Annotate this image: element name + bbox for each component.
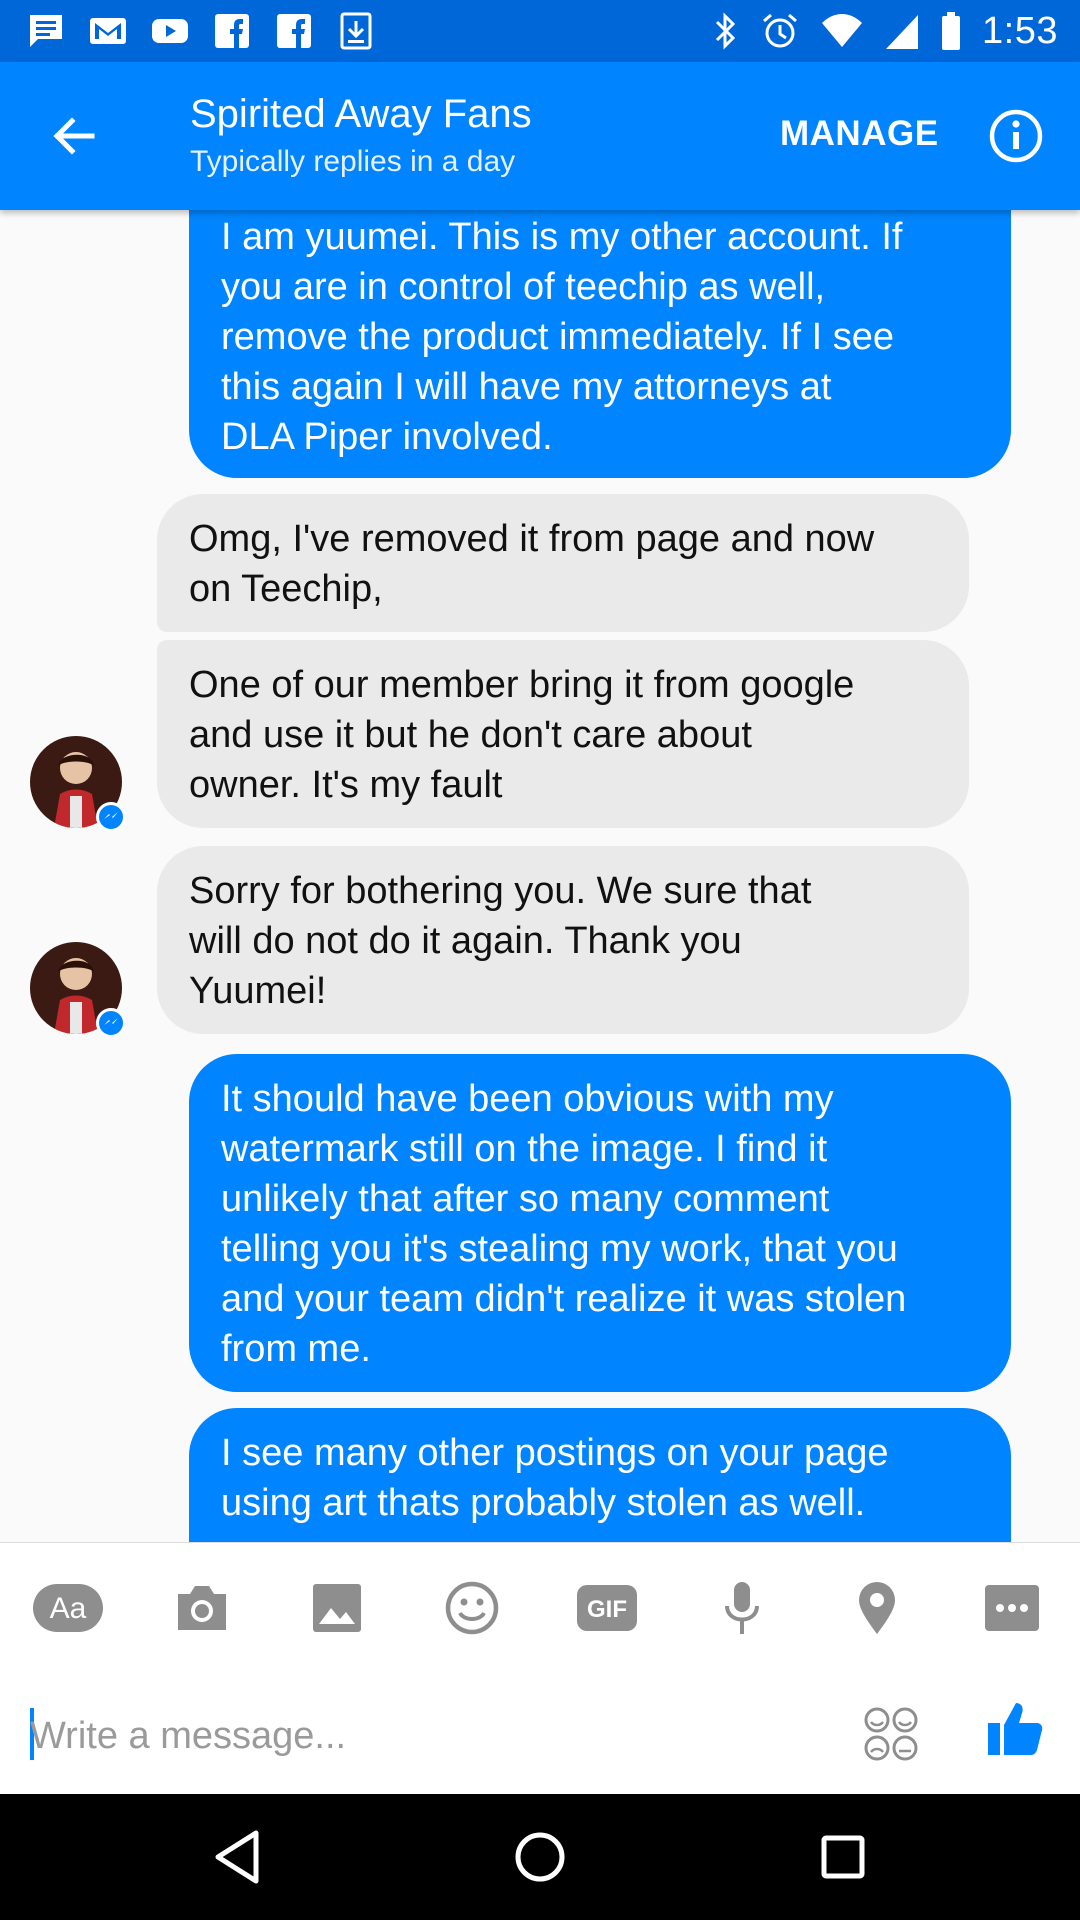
page-title: Spirited Away Fans: [190, 92, 532, 136]
alarm-icon: [763, 13, 798, 48]
composer-toolbar: Aa GIF: [0, 1543, 1080, 1673]
message-input[interactable]: [30, 1706, 830, 1766]
messenger-badge-icon: [96, 1008, 126, 1038]
conversation-header[interactable]: Spirited Away Fans Typically replies in …: [190, 90, 532, 182]
gif-button[interactable]: GIF: [572, 1573, 642, 1643]
facebook-icon: [215, 14, 249, 48]
more-button[interactable]: [977, 1573, 1047, 1643]
back-triangle-icon: [215, 1830, 259, 1884]
camera-button[interactable]: [167, 1573, 237, 1643]
manage-button[interactable]: MANAGE: [780, 114, 939, 154]
outgoing-message[interactable]: I am yuumei. This is my other account. I…: [189, 210, 1011, 478]
back-button[interactable]: [36, 98, 112, 174]
avatar[interactable]: [30, 942, 126, 1038]
microphone-icon: [725, 1582, 759, 1634]
incoming-message[interactable]: Omg, I've removed it from page and now o…: [157, 494, 969, 632]
outgoing-message[interactable]: I see many other postings on your page u…: [189, 1408, 1011, 1542]
location-icon: [859, 1582, 895, 1634]
message-list[interactable]: I am yuumei. This is my other account. I…: [0, 210, 1080, 1542]
bluetooth-icon: [715, 12, 736, 50]
recents-nav-button[interactable]: [808, 1822, 878, 1892]
status-bar: 1:53: [0, 0, 1080, 62]
image-icon: [313, 1584, 361, 1632]
battery-icon: [942, 12, 961, 50]
location-button[interactable]: [842, 1573, 912, 1643]
more-icon: [985, 1585, 1039, 1631]
incoming-message[interactable]: Sorry for bothering you. We sure that wi…: [157, 846, 969, 1034]
home-nav-button[interactable]: [505, 1822, 575, 1892]
messenger-badge-icon: [96, 802, 126, 832]
facebook-icon: [277, 14, 311, 48]
gmail-icon: [90, 18, 126, 44]
image-button[interactable]: [302, 1573, 372, 1643]
back-arrow-icon: [53, 117, 95, 155]
page-subtitle: Typically replies in a day: [190, 145, 516, 178]
gif-icon: GIF: [577, 1585, 637, 1631]
svg-text:GIF: GIF: [587, 1596, 627, 1623]
youtube-icon: [152, 19, 188, 43]
status-time: 1:53: [982, 9, 1058, 52]
emoji-button[interactable]: [437, 1573, 507, 1643]
download-icon: [340, 12, 372, 50]
text-format-icon: Aa: [33, 1584, 103, 1632]
incoming-message[interactable]: One of our member bring it from google a…: [157, 640, 969, 828]
microphone-button[interactable]: [707, 1573, 777, 1643]
avatar[interactable]: [30, 736, 126, 832]
info-icon[interactable]: [988, 108, 1044, 164]
navigation-bar: [0, 1794, 1080, 1920]
wifi-icon: [822, 14, 863, 47]
notification-icons: [26, 10, 376, 52]
signal-icon: [886, 15, 919, 49]
stickers-icon[interactable]: [862, 1705, 920, 1763]
svg-text:Aa: Aa: [50, 1592, 87, 1625]
home-circle-icon: [515, 1832, 565, 1882]
back-nav-button[interactable]: [202, 1822, 272, 1892]
like-icon[interactable]: [986, 1699, 1044, 1759]
recents-square-icon: [821, 1835, 865, 1879]
emoji-icon: [445, 1581, 499, 1635]
system-icons: 1:53: [710, 10, 1058, 52]
app-bar: Spirited Away Fans Typically replies in …: [0, 62, 1080, 210]
camera-icon: [178, 1586, 226, 1630]
text-format-button[interactable]: Aa: [32, 1573, 104, 1643]
outgoing-message[interactable]: It should have been obvious with my wate…: [189, 1054, 1011, 1392]
messages-icon: [30, 15, 62, 47]
